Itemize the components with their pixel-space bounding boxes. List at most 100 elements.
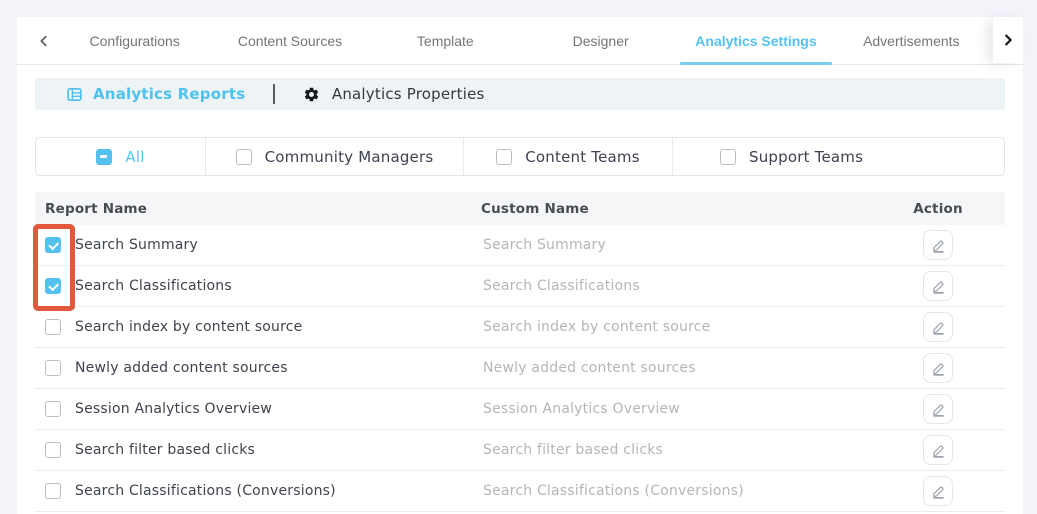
action-cell bbox=[871, 476, 1005, 506]
tab-label: Designer bbox=[573, 33, 629, 49]
report-name: Session Analytics Overview bbox=[75, 401, 272, 417]
tab-template[interactable]: Template bbox=[368, 17, 523, 65]
pencil-icon bbox=[931, 443, 946, 458]
table-icon bbox=[66, 86, 83, 103]
custom-name-cell: Search Classifications bbox=[481, 278, 871, 294]
tab-list: Configurations Content Sources Template … bbox=[57, 17, 989, 65]
filter-all[interactable]: All bbox=[36, 138, 206, 175]
tab-configurations[interactable]: Configurations bbox=[57, 17, 212, 65]
action-cell bbox=[871, 435, 1005, 465]
custom-name-cell: Search index by content source bbox=[481, 319, 871, 335]
edit-button[interactable] bbox=[923, 476, 953, 506]
tab-label: Content Sources bbox=[238, 33, 342, 49]
edit-button[interactable] bbox=[923, 312, 953, 342]
tab-label: Advertisements bbox=[863, 33, 959, 49]
tab-label: Template bbox=[417, 33, 474, 49]
action-cell bbox=[871, 312, 1005, 342]
edit-button[interactable] bbox=[923, 435, 953, 465]
pencil-icon bbox=[931, 238, 946, 253]
analytics-subnav: Analytics Reports Analytics Properties bbox=[35, 78, 1005, 110]
table-row: Session Analytics Overview Session Analy… bbox=[35, 389, 1005, 430]
report-name: Search Classifications (Conversions) bbox=[75, 483, 336, 499]
column-action: Action bbox=[871, 201, 1005, 217]
custom-name-cell: Search Summary bbox=[481, 237, 871, 253]
report-checkbox[interactable] bbox=[45, 442, 61, 458]
pencil-icon bbox=[931, 361, 946, 376]
filter-label: Content Teams bbox=[525, 148, 640, 166]
subnav-analytics-reports[interactable]: Analytics Reports bbox=[66, 85, 245, 103]
subnav-properties-label: Analytics Properties bbox=[332, 85, 485, 103]
reports-table: Report Name Custom Name Action Search Su… bbox=[35, 192, 1005, 512]
tab-designer[interactable]: Designer bbox=[523, 17, 678, 65]
chevron-right-icon[interactable] bbox=[993, 17, 1023, 63]
report-name: Newly added content sources bbox=[75, 360, 288, 376]
report-name: Search Summary bbox=[75, 237, 198, 253]
filter-content-teams[interactable]: Content Teams bbox=[464, 138, 673, 175]
table-row: Search Classifications (Conversions) Sea… bbox=[35, 471, 1005, 512]
subnav-reports-label: Analytics Reports bbox=[93, 85, 245, 103]
tab-content-sources[interactable]: Content Sources bbox=[212, 17, 367, 65]
report-checkbox[interactable] bbox=[45, 237, 61, 253]
pencil-icon bbox=[931, 402, 946, 417]
filter-community-managers[interactable]: Community Managers bbox=[206, 138, 464, 175]
tab-advertisements[interactable]: Advertisements bbox=[834, 17, 989, 65]
report-name: Search filter based clicks bbox=[75, 442, 255, 458]
filter-label: Support Teams bbox=[749, 148, 863, 166]
gear-icon bbox=[303, 86, 320, 103]
table-row: Newly added content sources Newly added … bbox=[35, 348, 1005, 389]
pencil-icon bbox=[931, 279, 946, 294]
report-name-cell: Search Summary bbox=[35, 237, 481, 253]
filter-checkbox[interactable] bbox=[496, 149, 512, 165]
filter-checkbox[interactable] bbox=[236, 149, 252, 165]
table-row: Search index by content source Search in… bbox=[35, 307, 1005, 348]
report-name: Search index by content source bbox=[75, 319, 302, 335]
report-checkbox[interactable] bbox=[45, 360, 61, 376]
table-body: Search Summary Search Summary bbox=[35, 225, 1005, 512]
edit-button[interactable] bbox=[923, 394, 953, 424]
subnav-divider bbox=[273, 84, 275, 104]
filter-label: Community Managers bbox=[265, 148, 434, 166]
tab-analytics-settings[interactable]: Analytics Settings bbox=[678, 17, 833, 65]
table-row: Search Classifications Search Classifica… bbox=[35, 266, 1005, 307]
table-row: Search Summary Search Summary bbox=[35, 225, 1005, 266]
column-report-name: Report Name bbox=[35, 201, 481, 217]
subnav-analytics-properties[interactable]: Analytics Properties bbox=[303, 85, 485, 103]
report-name: Search Classifications bbox=[75, 278, 232, 294]
tab-label: Analytics Settings bbox=[695, 33, 816, 49]
settings-card: Configurations Content Sources Template … bbox=[17, 17, 1023, 514]
report-name-cell: Session Analytics Overview bbox=[35, 401, 481, 417]
team-filter-bar: All Community Managers Content Teams Sup… bbox=[35, 137, 1005, 176]
custom-name-cell: Search filter based clicks bbox=[481, 442, 871, 458]
filter-checkbox[interactable] bbox=[96, 149, 112, 165]
custom-name-cell: Newly added content sources bbox=[481, 360, 871, 376]
edit-button[interactable] bbox=[923, 353, 953, 383]
report-checkbox[interactable] bbox=[45, 483, 61, 499]
report-name-cell: Search Classifications (Conversions) bbox=[35, 483, 481, 499]
column-custom-name: Custom Name bbox=[481, 201, 871, 217]
chevron-left-icon[interactable] bbox=[31, 28, 57, 54]
tab-bar: Configurations Content Sources Template … bbox=[17, 17, 1023, 65]
tab-label: Configurations bbox=[90, 33, 180, 49]
action-cell bbox=[871, 271, 1005, 301]
pencil-icon bbox=[931, 484, 946, 499]
custom-name-cell: Session Analytics Overview bbox=[481, 401, 871, 417]
action-cell bbox=[871, 394, 1005, 424]
report-name-cell: Newly added content sources bbox=[35, 360, 481, 376]
action-cell bbox=[871, 353, 1005, 383]
pencil-icon bbox=[931, 320, 946, 335]
table-header: Report Name Custom Name Action bbox=[35, 192, 1005, 225]
filter-support-teams[interactable]: Support Teams bbox=[673, 138, 1004, 175]
report-name-cell: Search index by content source bbox=[35, 319, 481, 335]
report-checkbox[interactable] bbox=[45, 401, 61, 417]
edit-button[interactable] bbox=[923, 271, 953, 301]
filter-checkbox[interactable] bbox=[720, 149, 736, 165]
report-name-cell: Search Classifications bbox=[35, 278, 481, 294]
edit-button[interactable] bbox=[923, 230, 953, 260]
filter-label: All bbox=[125, 148, 144, 166]
custom-name-cell: Search Classifications (Conversions) bbox=[481, 483, 871, 499]
table-row: Search filter based clicks Search filter… bbox=[35, 430, 1005, 471]
report-checkbox[interactable] bbox=[45, 278, 61, 294]
report-checkbox[interactable] bbox=[45, 319, 61, 335]
action-cell bbox=[871, 230, 1005, 260]
report-name-cell: Search filter based clicks bbox=[35, 442, 481, 458]
